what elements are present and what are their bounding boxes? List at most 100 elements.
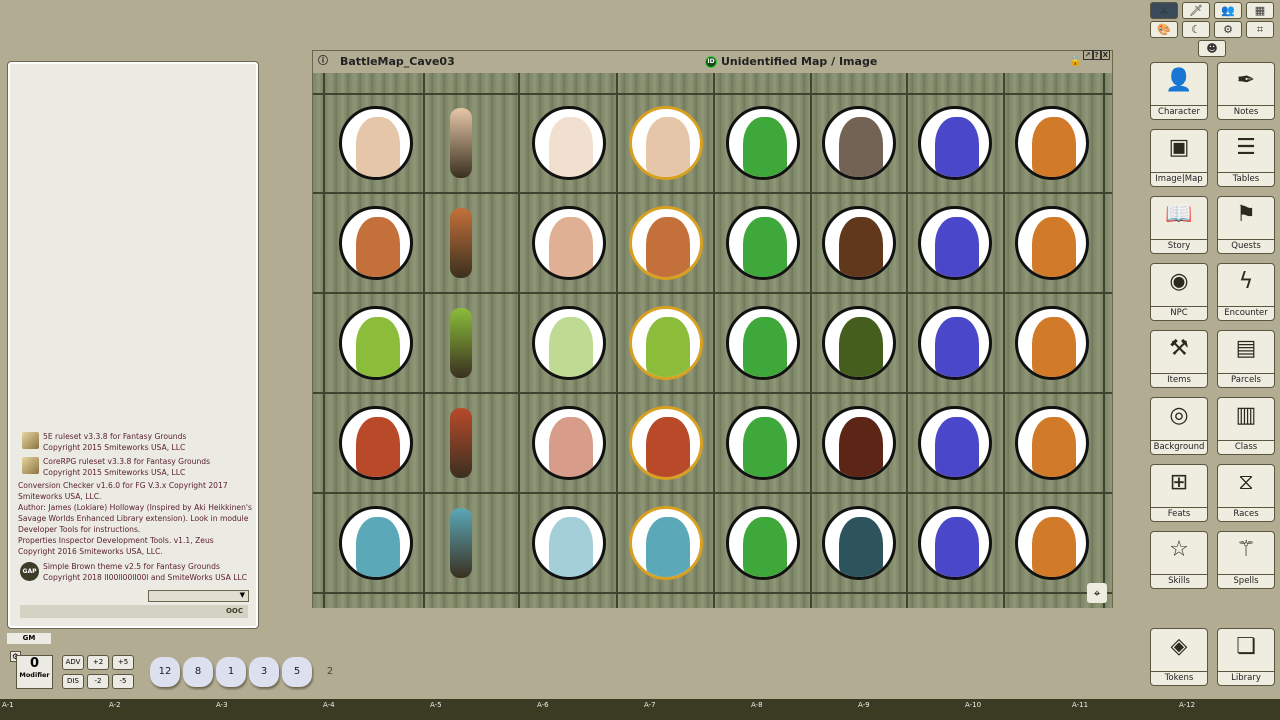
palette-icon[interactable]: 🎨 [1150,21,1178,38]
hotkey-slot[interactable]: A-11 [1072,701,1088,709]
focus-icon[interactable]: ⌗ [1246,21,1274,38]
token[interactable] [629,406,703,480]
lighting-icon[interactable]: ☻ [1198,40,1226,57]
help-button[interactable]: ? [1093,50,1101,60]
target-icon[interactable]: ⌖ [1087,583,1107,603]
hotkey-slot[interactable]: A-7 [644,701,656,709]
token[interactable] [1015,506,1089,580]
hotkey-slot[interactable]: A-2 [109,701,121,709]
sidebar-button-character[interactable]: 👤Character [1150,62,1208,120]
map-canvas[interactable] [313,73,1112,608]
token[interactable] [532,506,606,580]
token[interactable] [822,206,896,280]
sidebar-button-quests[interactable]: ⚑Quests [1217,196,1275,254]
gear-icon[interactable]: ⚙ [1214,21,1242,38]
modifier-button[interactable]: -2 [87,674,109,689]
token[interactable] [1015,106,1089,180]
sidebar-button-skills[interactable]: ☆Skills [1150,531,1208,589]
hotkey-slot[interactable]: A-4 [323,701,335,709]
sidebar-button-npc[interactable]: ◉NPC [1150,263,1208,321]
token[interactable] [532,106,606,180]
hotkey-slot[interactable]: A-10 [965,701,981,709]
sidebar-button-library[interactable]: ❏Library [1217,628,1275,686]
token[interactable] [629,206,703,280]
token-figure[interactable] [450,408,472,478]
sidebar-button-feats[interactable]: ⊞Feats [1150,464,1208,522]
identified-toggle-icon[interactable]: ID [705,56,717,68]
token[interactable] [726,306,800,380]
sidebar-button-spells[interactable]: ⚚Spells [1217,531,1275,589]
hotkey-slot[interactable]: A-9 [858,701,870,709]
sidebar-button-races[interactable]: ⧖Races [1217,464,1275,522]
sidebar-button-items[interactable]: ⚒Items [1150,330,1208,388]
token[interactable] [532,406,606,480]
modifier-button[interactable]: -5 [112,674,134,689]
hotkey-slot[interactable]: A-6 [537,701,549,709]
sidebar-button-background[interactable]: ◎Background [1150,397,1208,455]
token[interactable] [822,506,896,580]
sidebar-button-notes[interactable]: ✒Notes [1217,62,1275,120]
d4-icon[interactable]: 2 [315,657,345,687]
token[interactable] [339,106,413,180]
hotkey-slot[interactable]: A-12 [1179,701,1195,709]
d6-icon[interactable]: 5 [282,657,312,687]
close-button[interactable]: X [1101,50,1110,60]
chat-input[interactable]: OOC [20,605,248,618]
d20-icon[interactable]: 12 [150,657,180,687]
token[interactable] [822,406,896,480]
token[interactable] [918,106,992,180]
token[interactable] [918,306,992,380]
token-figure[interactable] [450,108,472,178]
token[interactable] [339,506,413,580]
map-icon[interactable]: ⚔ [1150,2,1178,19]
sidebar-button-class[interactable]: ▥Class [1217,397,1275,455]
modifier-button[interactable]: +2 [87,655,109,670]
lock-icon[interactable]: 🔒 [1069,51,1081,73]
d8-icon[interactable]: 3 [249,657,279,687]
hotkey-slot[interactable]: A-1 [2,701,14,709]
sidebar-button-tables[interactable]: ☰Tables [1217,129,1275,187]
modifier-button[interactable]: DIS [62,674,84,689]
users-icon[interactable]: 👥 [1214,2,1242,19]
modifier-button[interactable]: +5 [112,655,134,670]
hotkey-bar[interactable]: A-1A-2A-3A-4A-5A-6A-7A-8A-9A-10A-11A-12 [0,699,1280,720]
hotkey-slot[interactable]: A-3 [216,701,228,709]
token[interactable] [339,306,413,380]
token[interactable] [822,106,896,180]
token[interactable] [629,106,703,180]
token-figure[interactable] [450,508,472,578]
token[interactable] [726,506,800,580]
modifier-box[interactable]: 0 Modifier [16,655,53,689]
sidebar-button-image-map[interactable]: ▣Image|Map [1150,129,1208,187]
sword-icon[interactable]: 🗡 [1182,2,1210,19]
token[interactable] [1015,406,1089,480]
modifier-button[interactable]: ADV [62,655,84,670]
token[interactable] [1015,306,1089,380]
token[interactable] [629,306,703,380]
token-figure[interactable] [450,308,472,378]
token[interactable] [726,106,800,180]
sidebar-button-tokens[interactable]: ◈Tokens [1150,628,1208,686]
d10-icon[interactable]: 1 [216,657,246,687]
token[interactable] [726,206,800,280]
info-icon[interactable]: ⓘ [318,51,328,73]
token[interactable] [532,306,606,380]
d12-icon[interactable]: 8 [183,657,213,687]
hotkey-slot[interactable]: A-8 [751,701,763,709]
token[interactable] [339,406,413,480]
token[interactable] [822,306,896,380]
token[interactable] [532,206,606,280]
token[interactable] [629,506,703,580]
moon-icon[interactable]: ☾ [1182,21,1210,38]
token[interactable] [918,206,992,280]
token[interactable] [1015,206,1089,280]
token[interactable] [339,206,413,280]
sidebar-button-story[interactable]: 📖Story [1150,196,1208,254]
sidebar-button-encounter[interactable]: ϟEncounter [1217,263,1275,321]
share-button[interactable]: ↗ [1083,50,1093,60]
gm-tab[interactable]: GM [7,633,51,644]
sidebar-button-parcels[interactable]: ▤Parcels [1217,330,1275,388]
calendar-icon[interactable]: ▦ [1246,2,1274,19]
token[interactable] [918,406,992,480]
token[interactable] [726,406,800,480]
